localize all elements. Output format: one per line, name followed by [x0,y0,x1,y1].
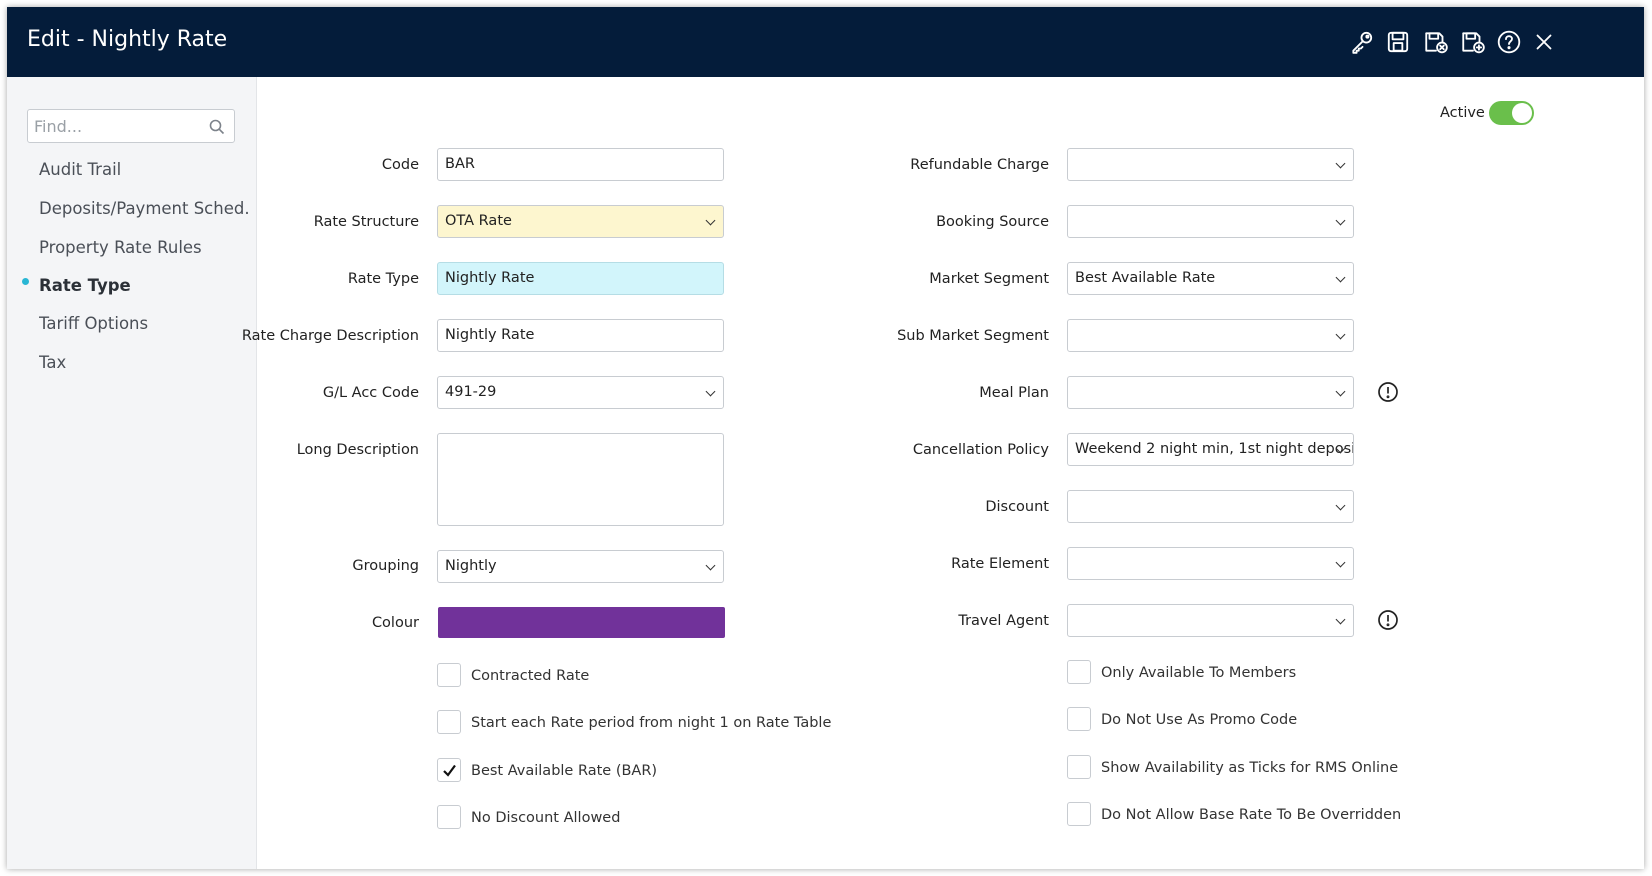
rate-type-field[interactable]: Nightly Rate [437,262,724,295]
discount-label: Discount [985,499,1049,515]
only-available-to-members-checkbox[interactable] [1067,660,1091,684]
sidebar-item-audit-trail[interactable]: Audit Trail [39,160,249,179]
save-and-close-icon[interactable] [1423,29,1449,55]
cancellation-policy-label: Cancellation Policy [912,442,1049,458]
no-discount-allowed-checkbox[interactable] [437,805,461,829]
meal-plan-label: Meal Plan [979,385,1049,401]
do-not-allow-base-rate-override-label: Do Not Allow Base Rate To Be Overridden [1101,807,1402,823]
travel-agent-info-icon[interactable] [1377,609,1399,631]
long-description-label: Long Description [296,442,419,458]
code-label: Code [381,157,419,173]
rate-charge-description-label: Rate Charge Description [241,328,419,344]
search-input[interactable] [34,116,199,136]
travel-agent-label: Travel Agent [958,613,1049,629]
help-icon[interactable] [1496,29,1522,55]
long-description-textarea[interactable] [437,433,724,526]
code-field[interactable]: BAR [437,148,724,181]
show-availability-ticks-label: Show Availability as Ticks for RMS Onlin… [1101,760,1399,776]
travel-agent-select[interactable] [1067,604,1354,637]
rate-type-label: Rate Type [347,271,419,287]
sidebar-item-tariff-options[interactable]: Tariff Options [39,314,249,333]
do-not-use-as-promo-code-checkbox[interactable] [1067,707,1091,731]
meal-plan-info-icon[interactable] [1377,381,1399,403]
refundable-charge-label: Refundable Charge [910,157,1049,173]
meal-plan-select[interactable] [1067,376,1354,409]
rate-element-label: Rate Element [951,556,1049,572]
contracted-rate-checkbox[interactable] [437,663,461,687]
edit-window: Edit - Nightly Rate Audit Trail Deposit [7,7,1644,869]
key-icon[interactable] [1349,29,1375,55]
close-icon[interactable] [1531,29,1557,55]
sidebar-item-rate-type[interactable]: Rate Type [39,276,249,295]
booking-source-select[interactable] [1067,205,1354,238]
market-segment-label: Market Segment [929,271,1049,287]
gl-acc-code-select[interactable]: 491-29 [437,376,724,409]
sub-market-segment-select[interactable] [1067,319,1354,352]
start-rate-period-label: Start each Rate period from night 1 on R… [471,715,832,731]
start-rate-period-checkbox[interactable] [437,710,461,734]
title-bar: Edit - Nightly Rate [7,7,1644,77]
best-available-rate-label: Best Available Rate (BAR) [471,763,658,779]
sidebar: Audit Trail Deposits/Payment Sched... Pr… [7,77,257,869]
sidebar-item-property-rate-rules[interactable]: Property Rate Rules [39,238,249,257]
no-discount-allowed-label: No Discount Allowed [471,810,621,826]
save-and-new-icon[interactable] [1460,29,1486,55]
rate-element-select[interactable] [1067,547,1354,580]
grouping-label: Grouping [352,558,419,574]
sidebar-item-tax[interactable]: Tax [39,353,249,372]
market-segment-select[interactable]: Best Available Rate [1067,262,1354,295]
search-icon[interactable] [208,118,226,136]
colour-label: Colour [371,615,419,631]
do-not-use-as-promo-code-label: Do Not Use As Promo Code [1101,712,1298,728]
gl-acc-code-label: G/L Acc Code [322,385,419,401]
rate-structure-label: Rate Structure [313,214,419,230]
do-not-allow-base-rate-override-checkbox[interactable] [1067,802,1091,826]
active-toggle[interactable] [1489,101,1534,125]
booking-source-label: Booking Source [936,214,1049,230]
contracted-rate-label: Contracted Rate [471,668,590,684]
checkmark-icon [443,764,456,777]
refundable-charge-select[interactable] [1067,148,1354,181]
only-available-to-members-label: Only Available To Members [1101,665,1297,681]
rate-structure-select[interactable]: OTA Rate [437,205,724,238]
grouping-select[interactable]: Nightly [437,550,724,583]
best-available-rate-checkbox[interactable] [437,758,461,782]
sub-market-segment-label: Sub Market Segment [897,328,1049,344]
cancellation-policy-select[interactable]: Weekend 2 night min, 1st night deposit [1067,433,1354,466]
rate-charge-description-field[interactable]: Nightly Rate [437,319,724,352]
discount-select[interactable] [1067,490,1354,523]
sidebar-search [27,109,235,143]
sidebar-item-deposits-payment-schedule[interactable]: Deposits/Payment Sched... [39,199,249,218]
window-title: Edit - Nightly Rate [27,27,228,52]
active-label: Active [1440,105,1485,121]
save-icon[interactable] [1385,29,1411,55]
show-availability-ticks-checkbox[interactable] [1067,755,1091,779]
colour-picker[interactable] [438,607,725,638]
active-indicator-dot [22,278,29,285]
